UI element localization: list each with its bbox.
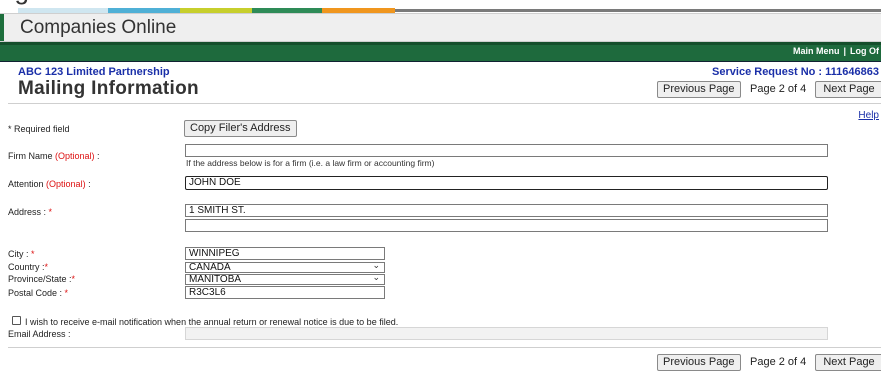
divider <box>8 347 881 348</box>
email-notification-label: I wish to receive e-mail notification wh… <box>25 317 399 327</box>
country-label: Country :* <box>8 262 49 272</box>
app-header: Companies Online <box>0 13 881 42</box>
province-label: Province/State :* <box>8 274 76 284</box>
email-address-label: Email Address : <box>8 329 71 339</box>
chevron-down-icon: ⌄ <box>372 272 380 282</box>
page-title: Mailing Information <box>18 78 199 99</box>
divider <box>8 103 881 104</box>
country-value: CANADA <box>189 262 231 273</box>
firm-name-hint: If the address below is for a firm (i.e.… <box>186 158 435 168</box>
top-nav: Main Menu | Log Of <box>793 46 879 56</box>
previous-page-button[interactable]: Previous Page <box>657 81 741 98</box>
log-off-link[interactable]: Log Of <box>850 46 879 56</box>
organization-name: ABC 123 Limited Partnership <box>18 66 170 78</box>
province-value: MANITOBA <box>189 274 242 285</box>
copy-filer-address-button[interactable]: Copy Filer's Address <box>184 120 297 137</box>
previous-page-button-bottom[interactable]: Previous Page <box>657 354 741 371</box>
nav-bar: Main Menu | Log Of <box>0 42 881 62</box>
city-label: City : * <box>8 249 35 259</box>
address-label: Address : * <box>8 207 53 217</box>
header-accent <box>0 14 4 41</box>
attention-label: Attention (Optional) : <box>8 179 91 189</box>
help-link[interactable]: Help <box>858 110 879 121</box>
attention-input[interactable]: JOHN DOE <box>185 176 828 190</box>
next-page-button[interactable]: Next Page <box>815 81 881 98</box>
city-input[interactable]: WINNIPEG <box>185 247 385 260</box>
chevron-down-icon: ⌄ <box>372 260 380 270</box>
postal-code-input[interactable]: R3C3L6 <box>185 286 385 299</box>
page-indicator: Page 2 of 4 <box>750 83 807 95</box>
country-select[interactable]: CANADA ⌄ <box>185 260 385 273</box>
header-divider <box>395 9 881 12</box>
main-menu-link[interactable]: Main Menu <box>793 46 840 56</box>
nav-separator: | <box>843 46 846 56</box>
app-title: Companies Online <box>20 17 177 38</box>
email-address-input[interactable] <box>185 327 828 340</box>
province-select[interactable]: MANITOBA ⌄ <box>185 272 385 285</box>
page-indicator-bottom: Page 2 of 4 <box>750 356 807 368</box>
nav-bar-stripe <box>0 42 881 45</box>
firm-name-input[interactable] <box>185 144 828 157</box>
address-line-2-input[interactable] <box>185 219 828 232</box>
address-line-1-input[interactable]: 1 SMITH ST. <box>185 204 828 217</box>
firm-name-label: Firm Name (Optional) : <box>8 151 100 161</box>
required-field-note: * Required field <box>8 124 70 134</box>
email-notification-checkbox[interactable] <box>12 316 21 325</box>
page-edge-fragment: ng <box>0 0 60 8</box>
postal-code-label: Postal Code : * <box>8 288 69 298</box>
service-request-number: Service Request No : 111646863 <box>712 66 879 78</box>
next-page-button-bottom[interactable]: Next Page <box>815 354 881 371</box>
